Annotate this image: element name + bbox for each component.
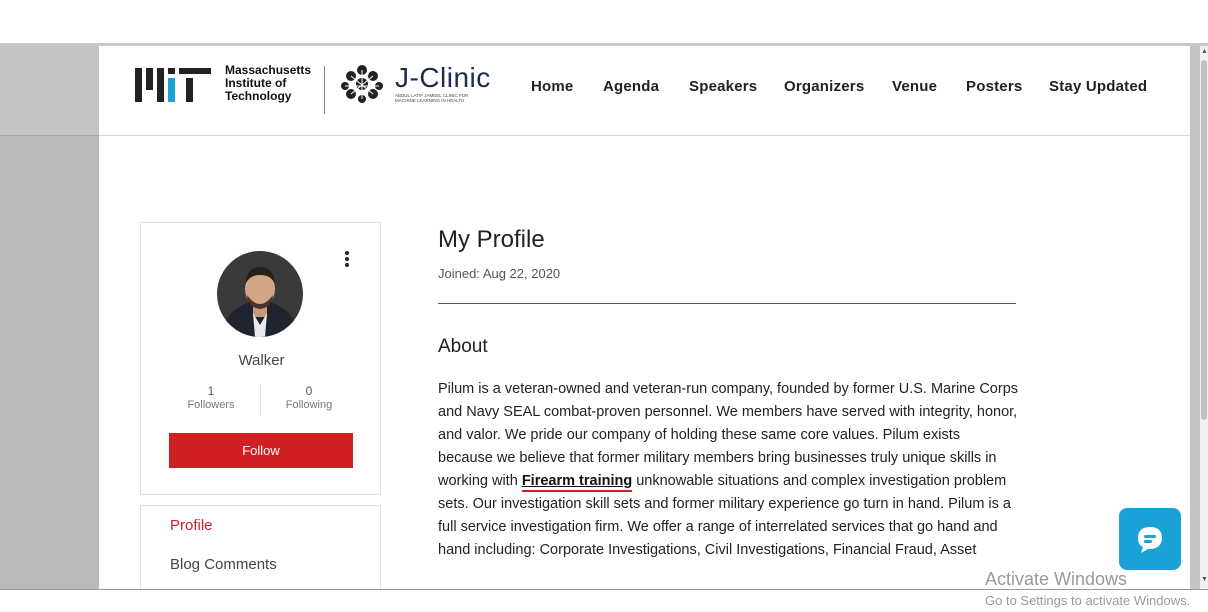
following-count: 0 [305,384,313,398]
left-gutter [0,46,99,592]
brand-name[interactable]: J-Clinic [395,63,491,93]
menu-item-profile[interactable]: Profile [170,517,213,534]
jclinic-logo-icon[interactable] [339,64,385,104]
nav-organizers[interactable]: Organizers [784,78,864,95]
right-gutter [1190,46,1200,592]
profile-menu: Profile Blog Comments [140,505,381,595]
menu-item-blog-comments[interactable]: Blog Comments [170,556,277,573]
nav-speakers[interactable]: Speakers [689,78,757,95]
logo-divider [324,66,325,114]
nav-venue[interactable]: Venue [892,78,937,95]
more-vertical-icon[interactable] [342,250,352,270]
scrollbar-thumb[interactable] [1201,60,1207,420]
mit-logo[interactable] [135,66,211,102]
following-stat[interactable]: 0 Following [264,385,354,412]
scrollbar[interactable]: ▲ ▼ [1200,46,1208,592]
nav-agenda[interactable]: Agenda [603,78,659,95]
about-heading: About [438,336,488,357]
avatar[interactable] [217,251,303,337]
following-label: Following [285,399,333,411]
section-divider [438,303,1016,304]
page-title: My Profile [438,226,545,253]
firearm-training-link[interactable]: Firearm training [521,473,633,492]
profile-card: Walker 1 Followers 0 Following Follow [140,222,381,495]
brand-subtitle: ABDUL LATIF JAMEEL CLINIC FOR MACHINE LE… [395,93,469,103]
followers-count: 1 [207,384,215,398]
nav-home[interactable]: Home [531,78,573,95]
nav-stay-updated[interactable]: Stay Updated [1049,78,1147,95]
profile-main: My Profile Joined: Aug 22, 2020 About Pi… [438,226,1018,566]
about-text: Pilum is a veteran-owned and veteran-run… [438,381,1018,566]
site-header: Massachusetts Institute of Technology J-… [99,46,1190,136]
scroll-up-icon[interactable]: ▲ [1201,48,1208,55]
browser-top-area [0,0,1208,43]
followers-stat[interactable]: 1 Followers [166,385,256,412]
profile-name: Walker [238,352,285,369]
chat-button[interactable] [1119,508,1181,570]
joined-date: Joined: Aug 22, 2020 [438,266,561,281]
activate-windows-title: Activate Windows [985,569,1128,589]
follow-button[interactable]: Follow [169,433,353,468]
followers-label: Followers [187,399,235,411]
mit-org-name: Massachusetts Institute of Technology [225,63,312,103]
activate-windows-subtitle: Go to Settings to activate Windows. [985,593,1191,608]
scroll-down-icon[interactable]: ▼ [1201,576,1208,583]
chat-icon [1138,527,1162,553]
stat-divider [260,384,261,416]
nav-posters[interactable]: Posters [966,78,1022,95]
